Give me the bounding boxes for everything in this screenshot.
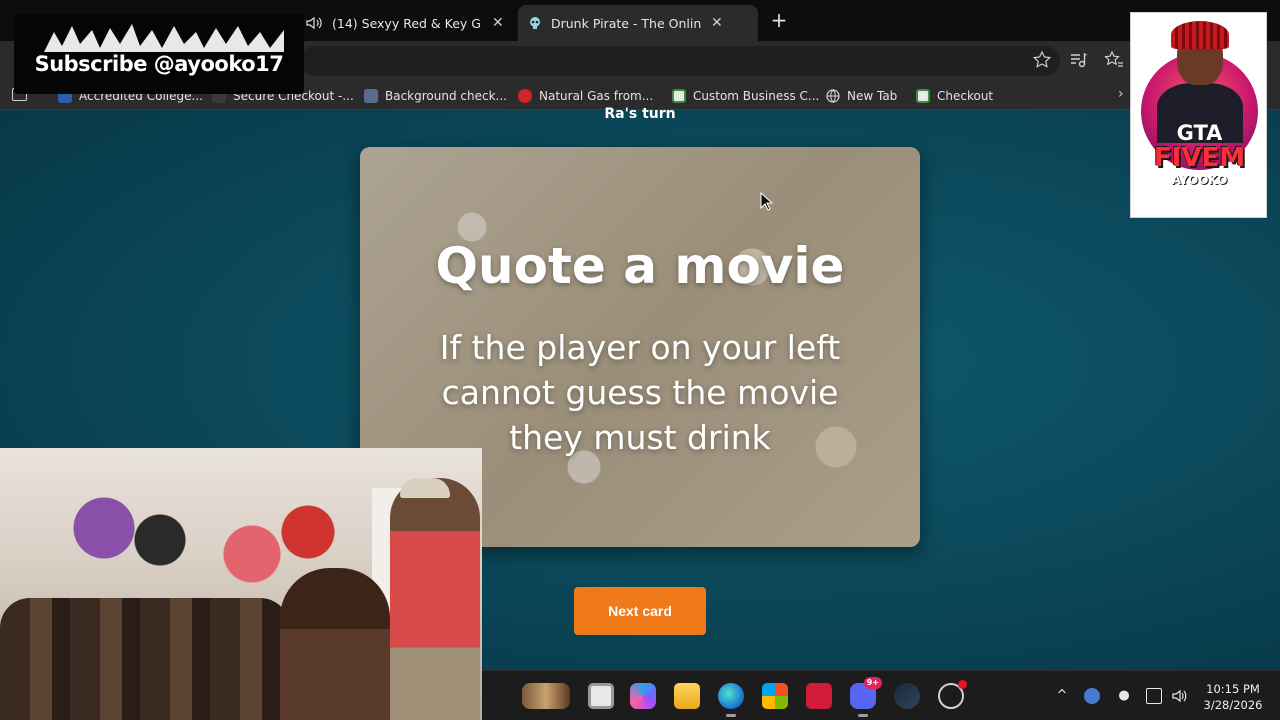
- wall-mural: [40, 468, 200, 588]
- close-icon[interactable]: ✕: [492, 15, 504, 31]
- checkbox-icon: [916, 89, 930, 103]
- checkbox-icon: [672, 89, 686, 103]
- discord-icon[interactable]: 9+: [850, 677, 882, 717]
- favorites-icon[interactable]: [1104, 50, 1124, 70]
- edge-browser-icon[interactable]: [718, 683, 744, 717]
- webcam-overlay: [0, 448, 482, 720]
- tab-music-video[interactable]: (14) Sexyy Red & Key Glock - ✕: [296, 5, 518, 41]
- speaker-icon: [306, 16, 322, 30]
- network-icon[interactable]: [1146, 688, 1162, 704]
- subscribe-overlay: Subscribe @ayooko17: [14, 14, 304, 94]
- star-icon[interactable]: [1032, 50, 1052, 70]
- widgets-icon[interactable]: [522, 683, 570, 709]
- flame-icon: [518, 89, 532, 103]
- subscribe-text: Subscribe @ayooko17: [34, 52, 284, 76]
- adobe-app-icon[interactable]: [806, 683, 832, 709]
- bookmark-item[interactable]: Checkout: [916, 86, 993, 106]
- turn-label: Ra's turn: [604, 106, 676, 122]
- skull-icon: [530, 17, 540, 29]
- chevron-right-icon[interactable]: ›: [1118, 86, 1124, 102]
- mouse-cursor-icon: [760, 192, 774, 211]
- card-instruction: If the player on your left cannot guess …: [439, 328, 841, 457]
- copilot-icon[interactable]: [630, 683, 656, 709]
- clock-time: 10:15 PM: [1206, 682, 1260, 696]
- microsoft-store-icon[interactable]: [762, 683, 788, 709]
- globe-icon: [826, 89, 840, 103]
- card-title: Quote a movie: [435, 237, 845, 295]
- task-view-icon[interactable]: [588, 683, 614, 709]
- bookmark-label: Natural Gas from...: [539, 89, 654, 103]
- media-control-icon[interactable]: [1068, 50, 1088, 70]
- bookmark-label: Checkout: [937, 89, 994, 103]
- logo-text-fivem: FIVEM: [1153, 143, 1246, 173]
- bookmark-item[interactable]: New Tab: [826, 86, 897, 106]
- windows-taskbar: 9+ ^ ● 10:15 PM 3/28/2026: [482, 670, 1280, 720]
- volume-icon[interactable]: [1172, 688, 1188, 704]
- tab-drunk-pirate[interactable]: Drunk Pirate - The Online Drinking ✕: [518, 5, 758, 41]
- bookmark-item[interactable]: Custom Business C...: [672, 86, 819, 106]
- bookmark-item[interactable]: Background check...: [364, 86, 507, 106]
- shield-icon: [364, 89, 378, 103]
- microphone-icon[interactable]: ●: [1116, 688, 1132, 704]
- recording-dot: [958, 680, 967, 689]
- flames-graphic: [44, 24, 284, 52]
- bookmark-item[interactable]: Natural Gas from...: [518, 86, 653, 106]
- obs-icon[interactable]: [938, 680, 967, 709]
- logo-figure-hair: [1171, 21, 1229, 49]
- chevron-up-icon[interactable]: ^: [1054, 688, 1070, 704]
- bookmark-label: Custom Business C...: [693, 89, 820, 103]
- group-of-people: [0, 598, 290, 720]
- hat: [400, 478, 450, 498]
- onedrive-icon[interactable]: [1084, 688, 1100, 704]
- logo-text-ayooko: AYOOKO: [1171, 173, 1228, 187]
- tab-title: Drunk Pirate - The Online Drinking: [551, 15, 701, 31]
- new-tab-button[interactable]: +: [766, 8, 792, 34]
- next-card-button[interactable]: Next card: [574, 587, 706, 635]
- steam-icon[interactable]: [894, 683, 920, 709]
- bookmark-label: Background check...: [385, 89, 507, 103]
- clock-date: 3/28/2026: [1203, 698, 1263, 712]
- notification-badge: 9+: [863, 677, 882, 689]
- url-field[interactable]: [300, 46, 1060, 76]
- logo-text-gta: GTA: [1176, 121, 1223, 145]
- screen: (14) Sexyy Red & Key Glock - ✕ Drunk Pir…: [0, 0, 1280, 720]
- bookmark-label: New Tab: [847, 89, 898, 103]
- file-explorer-icon[interactable]: [674, 683, 700, 709]
- system-clock[interactable]: 10:15 PM 3/28/2026: [1198, 681, 1268, 713]
- person: [390, 478, 480, 720]
- gta-fivem-logo: GTA FIVEM AYOOKO: [1130, 12, 1267, 218]
- tab-title: (14) Sexyy Red & Key Glock -: [332, 15, 482, 31]
- person: [280, 568, 390, 720]
- close-icon[interactable]: ✕: [711, 15, 723, 31]
